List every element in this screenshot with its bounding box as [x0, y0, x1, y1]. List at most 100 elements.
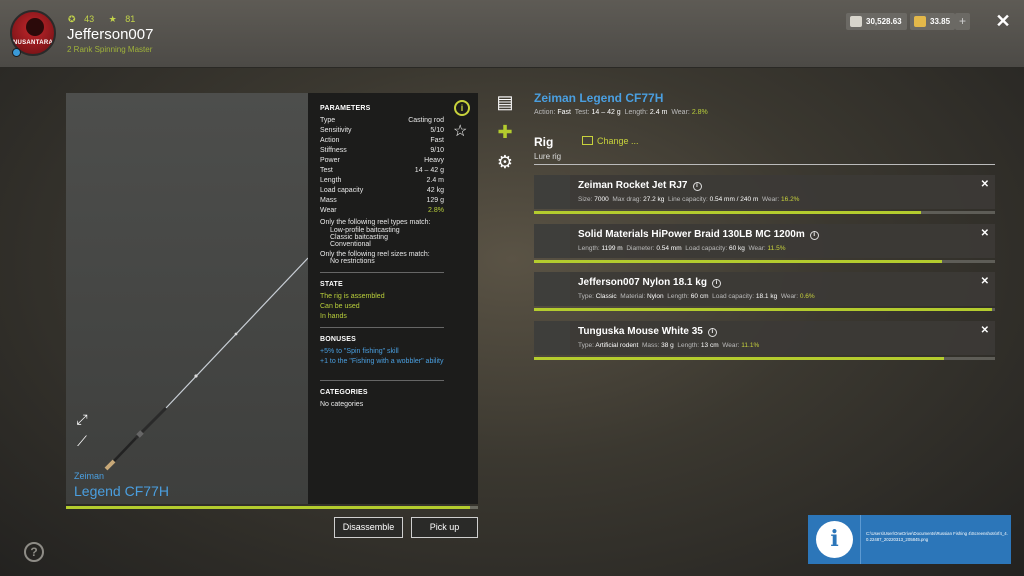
condition-bar: [534, 211, 995, 214]
player-rank: 2 Rank Spinning Master: [67, 45, 153, 54]
info-icon[interactable]: i: [692, 182, 702, 191]
remove-component-button[interactable]: ✕: [981, 228, 989, 239]
reel-types-title: Only the following reel types match:: [320, 219, 431, 226]
silver-currency[interactable]: 30,528.63: [846, 13, 907, 30]
component-name: Solid Materials HiPower Braid 130LB MC 1…: [578, 229, 819, 240]
divider: [320, 272, 444, 273]
param-row: Power Heavy: [320, 157, 444, 164]
preview-brand: Zeiman: [74, 471, 105, 481]
player-stats: ✪ 43 ★ 81: [68, 14, 147, 25]
pick-up-button[interactable]: Pick up: [411, 517, 478, 538]
condition-fill: [534, 357, 944, 360]
gold-currency[interactable]: 33.85: [910, 13, 956, 30]
bonus-item: +5% to "Spin fishing" skill: [320, 348, 399, 355]
reel-sizes: No restrictions: [330, 258, 375, 265]
condition-bar: [534, 260, 995, 263]
top-bar: NUSANTARA ✪ 43 ★ 81 Jefferson007 2 Rank …: [0, 0, 1024, 68]
help-icon[interactable]: ?: [24, 542, 44, 562]
divider: [860, 515, 861, 564]
notification-text: C:\Users\User\OneDrive\Documents\Russian…: [866, 531, 1008, 542]
param-row: Type Casting rod: [320, 117, 444, 124]
component-card[interactable]: Zeiman Rocket Jet RJ7 i Size: 7000 Max dra…: [534, 175, 995, 209]
star-outline-icon[interactable]: ☆: [453, 121, 467, 141]
rod-progress-fill: [66, 506, 470, 509]
tool-icon[interactable]: ⟋: [74, 433, 90, 449]
avatar-emblem: [26, 18, 44, 36]
parameters-panel: PARAMETERS i ☆ Type Casting rod Sensitivi…: [308, 93, 478, 504]
param-row: Sensitivity 5/10: [320, 127, 444, 134]
state-item: Can be used: [320, 303, 360, 310]
param-row: Length 2.4 m: [320, 177, 444, 184]
component-name: Tunguska Mouse White 35 i: [578, 326, 717, 337]
screenshot-notification[interactable]: i C:\Users\User\OneDrive\Documents\Russi…: [808, 515, 1011, 564]
param-row: Stiffness 9/10: [320, 147, 444, 154]
component-card[interactable]: Tunguska Mouse White 35 i Type: Artificial…: [534, 321, 995, 355]
avatar-badge: [12, 48, 21, 57]
rig-subtitle: Lure rig: [534, 152, 562, 161]
rod-progress-bar: [66, 506, 478, 509]
remove-component-button[interactable]: ✕: [981, 325, 989, 336]
rig-title: Rig: [534, 135, 554, 149]
component-details: Length: 1199 m Diameter: 0.54 mm Load ca…: [578, 245, 786, 252]
component-card[interactable]: Jefferson007 Nylon 18.1 kg i Type: Classic…: [534, 272, 995, 306]
info-icon[interactable]: i: [707, 328, 717, 337]
reel-type: Conventional: [330, 241, 371, 248]
condition-bar: [534, 357, 995, 360]
stat-two: ★ 81: [108, 14, 136, 24]
parameters-heading: PARAMETERS: [320, 105, 371, 112]
star-icon: ★: [108, 14, 117, 24]
gear-ring-icon: ✪: [68, 14, 76, 24]
close-button[interactable]: ✕: [992, 10, 1014, 32]
username: Jefferson007: [67, 26, 154, 43]
component-card[interactable]: Solid Materials HiPower Braid 130LB MC 1…: [534, 224, 995, 258]
bonus-item: +1 to the "Fishing with a wobbler" abili…: [320, 358, 444, 365]
param-row: Action Fast: [320, 137, 444, 144]
rod-image: [104, 257, 308, 471]
component-details: Type: Artificial rodent Mass: 38 g Lengt…: [578, 342, 760, 349]
stat-one: ✪ 43: [68, 14, 95, 24]
leader-thumbnail: [534, 272, 570, 306]
line-thumbnail: [534, 224, 570, 258]
state-item: The rig is assembled: [320, 293, 385, 300]
rod-summary: Action: Fast Test: 14 – 42 g Length: 2.4…: [534, 109, 708, 116]
expand-icon[interactable]: ⤢: [74, 411, 90, 427]
avatar-text: NUSANTARA: [12, 40, 54, 46]
info-icon[interactable]: i: [809, 231, 819, 240]
rod-title: Zeiman Legend CF77H: [534, 91, 664, 105]
state-item: In hands: [320, 313, 347, 320]
document-icon[interactable]: ▤: [494, 91, 516, 113]
condition-fill: [534, 260, 942, 263]
remove-component-button[interactable]: ✕: [981, 276, 989, 287]
component-details: Size: 7000 Max drag: 27.2 kg Line capaci…: [578, 196, 800, 203]
divider: [320, 327, 444, 328]
info-icon: i: [816, 521, 853, 558]
divider: [320, 380, 444, 381]
gold-currency-icon: [914, 16, 926, 27]
categories-heading: CATEGORIES: [320, 389, 368, 396]
component-name: Jefferson007 Nylon 18.1 kg i: [578, 277, 721, 288]
state-heading: STATE: [320, 281, 343, 288]
rod-preview: ⤢ ⟋ Zeiman Legend CF77H: [66, 93, 308, 504]
param-row: Load capacity 42 kg: [320, 187, 444, 194]
param-row: Mass 129 g: [320, 197, 444, 204]
condition-bar: [534, 308, 995, 311]
param-row-wear: Wear 2.8%: [320, 207, 444, 214]
reel-thumbnail: [534, 175, 570, 209]
puzzle-icon[interactable]: ✚: [494, 121, 516, 143]
component-details: Type: Classic Material: Nylon Length: 60…: [578, 293, 815, 300]
categories-value: No categories: [320, 401, 364, 408]
add-currency-button[interactable]: +: [955, 13, 970, 30]
info-icon[interactable]: i: [454, 100, 470, 116]
edit-icon: [582, 136, 593, 145]
lure-thumbnail: [534, 321, 570, 355]
preview-model: Legend CF77H: [74, 483, 169, 499]
disassemble-button[interactable]: Disassemble: [334, 517, 403, 538]
gear-icon[interactable]: ⚙: [494, 151, 516, 173]
change-rig-button[interactable]: Change ...: [582, 136, 639, 146]
param-row: Test 14 – 42 g: [320, 167, 444, 174]
component-name: Zeiman Rocket Jet RJ7 i: [578, 180, 702, 191]
silver-currency-icon: [850, 16, 862, 27]
rig-divider: [534, 164, 995, 165]
remove-component-button[interactable]: ✕: [981, 179, 989, 190]
info-icon[interactable]: i: [711, 279, 721, 288]
